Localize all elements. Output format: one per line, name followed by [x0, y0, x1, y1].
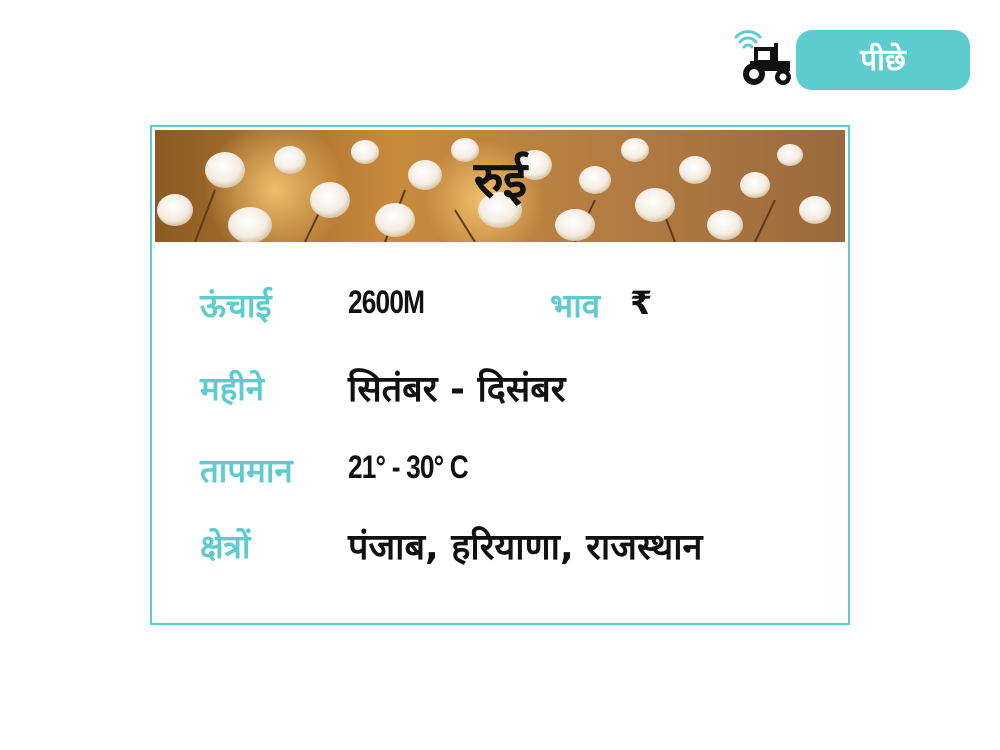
regions-value: पंजाब, हरियाणा, राजस्थान: [348, 527, 703, 568]
tractor-wifi-icon: [734, 30, 791, 85]
temperature-value: 21° - 30° C: [348, 449, 469, 485]
price-value: ₹: [630, 284, 653, 322]
months-label: महीने: [200, 369, 265, 408]
height-value: 2600M: [348, 284, 425, 320]
crop-title: रुई: [473, 151, 527, 209]
height-label: ऊंचाई: [200, 286, 272, 325]
months-value: सितंबर - दिसंबर: [348, 369, 566, 410]
back-button[interactable]: पीछे: [796, 30, 970, 90]
crop-info-card: रुई ऊंचाई 2600M भाव ₹ महीने सितंबर - दिस…: [150, 125, 850, 625]
price-label: भाव: [550, 286, 601, 325]
cotton-field-image: रुई: [155, 130, 845, 242]
temperature-label: तापमान: [200, 451, 293, 490]
regions-label: क्षेत्रों: [200, 527, 251, 566]
top-bar: पीछे: [730, 27, 972, 93]
